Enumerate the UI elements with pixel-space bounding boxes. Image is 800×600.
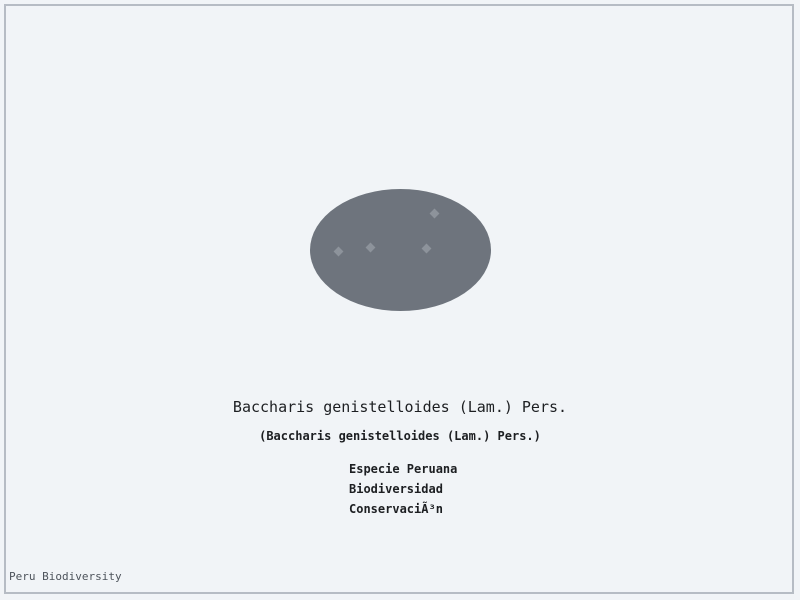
- tag-item: Biodiversidad: [349, 482, 443, 496]
- specimen-image: [310, 189, 491, 311]
- tag-item: Especie Peruana: [349, 462, 458, 476]
- tag-item: ConservaciÃ³n: [349, 502, 443, 516]
- species-title: Baccharis genistelloides (Lam.) Pers.: [232, 398, 568, 416]
- species-subtitle: (Baccharis genistelloides (Lam.) Pers.): [259, 429, 541, 443]
- footer-label: Peru Biodiversity: [9, 570, 122, 583]
- tag-list: Especie Peruana Biodiversidad Conservaci…: [349, 459, 457, 519]
